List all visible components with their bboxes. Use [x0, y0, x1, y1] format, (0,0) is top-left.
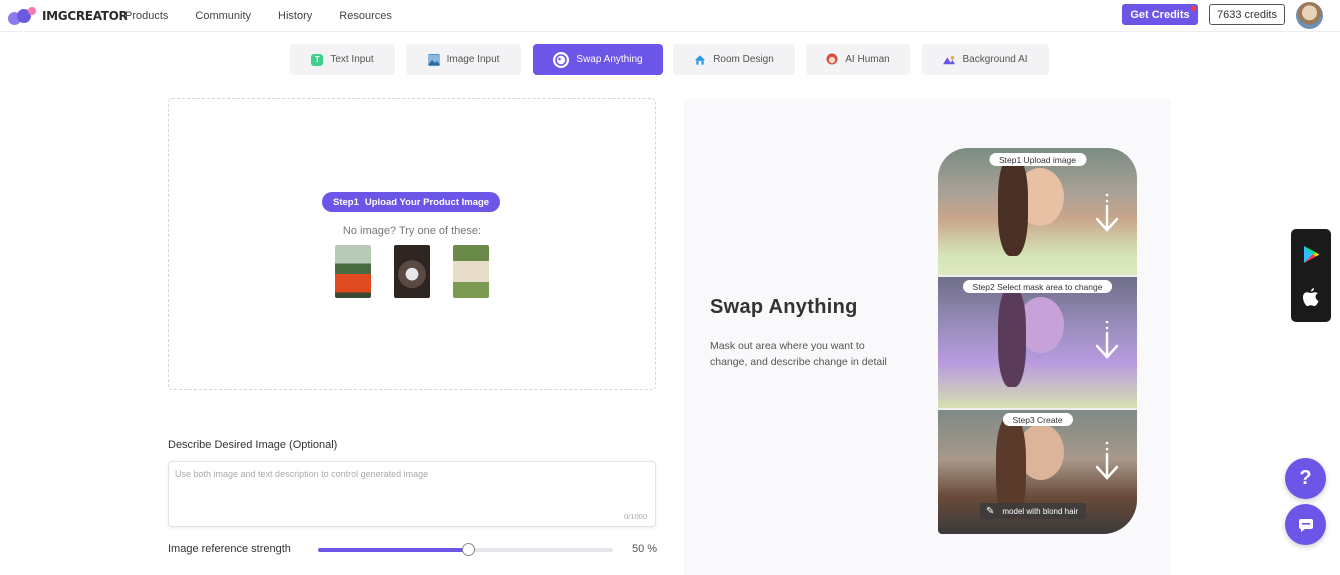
background-ai-icon [943, 54, 956, 66]
tab-label: Background AI [962, 54, 1028, 65]
tab-text-input[interactable]: T Text Input [290, 44, 395, 75]
swap-anything-icon [553, 51, 570, 68]
ai-human-icon [826, 53, 838, 66]
app-store-links [1291, 229, 1331, 322]
chat-button[interactable] [1285, 504, 1326, 545]
example-prompt-caption: ✎ model with blond hair [980, 503, 1086, 519]
logo-text: IMGCREATOR [42, 9, 128, 23]
google-play-icon[interactable] [1303, 245, 1320, 264]
try-samples-text: No image? Try one of these: [342, 225, 482, 237]
example-step3-label: Step3 Create [1002, 413, 1073, 426]
panel-title: Swap Anything [710, 296, 858, 318]
tab-label: Image Input [446, 54, 500, 65]
question-icon: ? [1299, 467, 1312, 489]
upload-step-button[interactable]: Step1 Upload Your Product Image [322, 192, 501, 212]
strength-slider-thumb[interactable] [462, 543, 475, 556]
help-button[interactable]: ? [1285, 458, 1326, 499]
tab-label: Swap Anything [576, 54, 643, 65]
tab-label: AI Human [845, 54, 890, 65]
notification-dot [1191, 6, 1196, 11]
example-step2-label: Step2 Select mask area to change [962, 280, 1113, 293]
get-credits-button[interactable]: Get Credits [1122, 4, 1198, 25]
sample-image-woman-red-dress[interactable] [335, 245, 371, 298]
tab-image-input[interactable]: Image Input [406, 44, 521, 75]
top-header: IMGCREATOR Products Community History Re… [0, 0, 1340, 32]
description-placeholder: Use both image and text description to c… [175, 469, 429, 479]
logo-icon [8, 7, 38, 25]
arrow-down-icon [1095, 193, 1119, 232]
user-avatar[interactable] [1296, 2, 1323, 29]
credits-balance[interactable]: 7633 credits [1209, 4, 1285, 25]
chat-icon [1298, 518, 1313, 532]
tab-ai-human[interactable]: AI Human [806, 44, 910, 75]
text-input-icon: T [311, 53, 324, 66]
example-phone-preview: Step1 Upload image Step2 Select mask are… [938, 148, 1137, 534]
nav-products[interactable]: Products [125, 10, 168, 22]
nav-resources[interactable]: Resources [339, 10, 392, 22]
character-counter: 0/1000 [624, 512, 647, 521]
arrow-down-icon [1095, 441, 1119, 480]
apple-icon[interactable] [1302, 287, 1320, 307]
example-step1-label: Step1 Upload image [988, 153, 1087, 166]
nav-community[interactable]: Community [195, 10, 251, 22]
strength-slider-fill [318, 548, 468, 552]
step-prefix: Step1 [333, 196, 359, 208]
description-label: Describe Desired Image (Optional) [168, 439, 338, 451]
main-nav: Products Community History Resources [125, 0, 419, 32]
tab-swap-anything[interactable]: Swap Anything [533, 44, 663, 75]
sample-image-alpaca[interactable] [453, 245, 489, 298]
room-design-icon [694, 54, 706, 66]
tab-room-design[interactable]: Room Design [673, 44, 795, 75]
caption-text: model with blond hair [1002, 506, 1078, 516]
feature-preview-panel: Swap Anything Mask out area where you wa… [684, 99, 1171, 575]
upload-dropzone[interactable]: Step1 Upload Your Product Image No image… [168, 98, 656, 390]
image-input-icon [427, 53, 440, 66]
nav-history[interactable]: History [278, 10, 312, 22]
tab-label: Room Design [713, 54, 774, 65]
sample-image-product-bottle[interactable] [394, 245, 430, 298]
mode-tabs: T Text Input Image Input Swap Anything R… [0, 44, 1340, 75]
logo[interactable]: IMGCREATOR [8, 5, 128, 27]
strength-slider[interactable] [318, 543, 613, 556]
tab-background-ai[interactable]: Background AI [922, 44, 1049, 75]
panel-description: Mask out area where you want to change, … [710, 340, 887, 368]
strength-label: Image reference strength [168, 543, 291, 555]
description-textarea[interactable]: Use both image and text description to c… [168, 461, 656, 527]
strength-value: 50 % [632, 543, 658, 555]
step-text: Upload Your Product Image [364, 196, 490, 208]
pencil-icon: ✎ [986, 505, 995, 517]
tab-label: Text Input [330, 54, 374, 65]
get-credits-label: Get Credits [1130, 8, 1190, 21]
arrow-down-icon [1095, 320, 1119, 359]
